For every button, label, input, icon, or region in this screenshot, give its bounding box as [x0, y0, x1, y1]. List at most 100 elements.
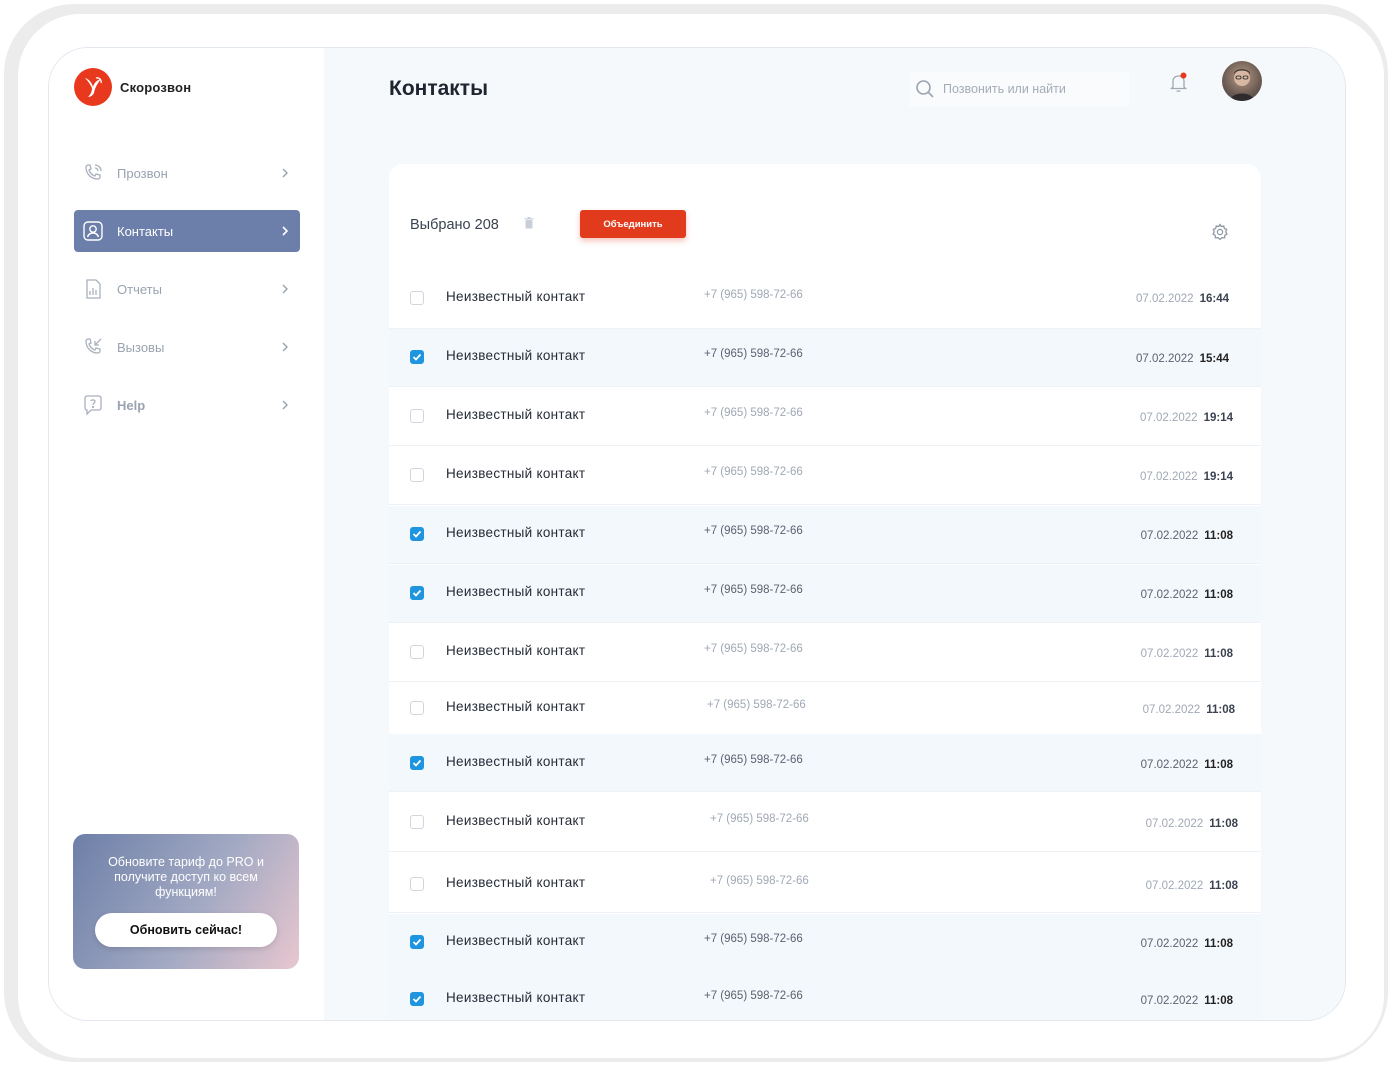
chevron-right-icon	[282, 168, 288, 178]
contact-time: 11:08	[1206, 704, 1235, 716]
contact-phone[interactable]: +7 (965) 598-72-66	[710, 813, 809, 825]
checkmark-icon	[412, 589, 422, 597]
contact-phone[interactable]: +7 (965) 598-72-66	[704, 643, 803, 655]
contact-name: Неизвестный контакт	[446, 584, 586, 599]
contact-phone[interactable]: +7 (965) 598-72-66	[704, 466, 803, 478]
sidebar-item-label: Прозвон	[117, 165, 168, 181]
contact-datetime: 07.02.2022 16:44	[1136, 293, 1229, 305]
contact-icon	[82, 220, 104, 242]
contact-date: 07.02.2022	[1140, 471, 1198, 483]
contact-phone[interactable]: +7 (965) 598-72-66	[704, 289, 803, 301]
row-checkbox[interactable]	[410, 586, 424, 600]
row-checkbox[interactable]	[410, 756, 424, 770]
table-row[interactable]: Неизвестный контакт +7 (965) 598-72-66 07.…	[389, 565, 1261, 623]
logo-icon	[74, 68, 112, 106]
row-checkbox[interactable]	[410, 409, 424, 423]
contact-datetime: 07.02.2022 11:08	[1141, 995, 1233, 1007]
sidebar-item-calls[interactable]: Вызовы	[74, 326, 300, 368]
table-row[interactable]: Неизвестный контакт +7 (965) 598-72-66 07.…	[389, 447, 1261, 505]
promo-text: Обновите тариф до PRO и получите доступ …	[108, 855, 264, 899]
contact-name: Неизвестный контакт	[446, 990, 586, 1005]
contact-time: 11:08	[1209, 818, 1238, 830]
contact-date: 07.02.2022	[1145, 818, 1204, 830]
contact-date: 07.02.2022	[1145, 880, 1204, 892]
chevron-right-icon	[282, 284, 288, 294]
table-row[interactable]: Неизвестный контакт +7 (965) 598-72-66 07.…	[389, 271, 1261, 329]
contact-phone[interactable]: +7 (965) 598-72-66	[704, 348, 803, 360]
merge-button[interactable]: Объединить	[580, 210, 686, 238]
contact-name: Неизвестный контакт	[446, 466, 586, 481]
sidebar-nav: Прозвон Контакты Отчеты Вызовы Help	[74, 152, 300, 442]
sidebar-item-contacts[interactable]: Контакты	[74, 210, 300, 252]
table-row[interactable]: Неизвестный контакт +7 (965) 598-72-66 07.…	[389, 855, 1261, 913]
sidebar-item-prozvon[interactable]: Прозвон	[74, 152, 300, 194]
contact-name: Неизвестный контакт	[446, 754, 586, 769]
row-checkbox[interactable]	[410, 527, 424, 541]
trash-icon[interactable]	[524, 217, 534, 229]
row-checkbox[interactable]	[410, 992, 424, 1006]
contact-time: 19:14	[1203, 412, 1233, 424]
contact-name: Неизвестный контакт	[446, 289, 586, 304]
contact-phone[interactable]: +7 (965) 598-72-66	[704, 754, 803, 766]
row-checkbox[interactable]	[410, 468, 424, 482]
contact-phone[interactable]: +7 (965) 598-72-66	[707, 699, 806, 711]
table-row[interactable]: Неизвестный контакт +7 (965) 598-72-66 07.…	[389, 734, 1261, 792]
table-row[interactable]: Неизвестный контакт +7 (965) 598-72-66 07.…	[389, 971, 1261, 1020]
contact-time: 11:08	[1204, 995, 1233, 1007]
table-row[interactable]: Неизвестный контакт +7 (965) 598-72-66 07.…	[389, 680, 1261, 738]
logo[interactable]: Скорозвон	[74, 68, 191, 106]
contact-phone[interactable]: +7 (965) 598-72-66	[704, 584, 803, 596]
phone-outgoing-icon	[82, 162, 104, 184]
search-icon	[916, 80, 934, 98]
contact-phone[interactable]: +7 (965) 598-72-66	[704, 525, 803, 537]
selected-count: Выбрано 208	[410, 217, 499, 233]
contact-phone[interactable]: +7 (965) 598-72-66	[704, 407, 803, 419]
row-checkbox[interactable]	[410, 935, 424, 949]
contact-date: 07.02.2022	[1140, 412, 1198, 424]
search-bar	[909, 72, 1129, 106]
sidebar-item-reports[interactable]: Отчеты	[74, 268, 300, 310]
contact-date: 07.02.2022	[1136, 293, 1194, 305]
row-checkbox[interactable]	[410, 645, 424, 659]
row-checkbox[interactable]	[410, 350, 424, 364]
row-checkbox[interactable]	[410, 815, 424, 829]
gear-icon[interactable]	[1211, 223, 1229, 241]
notification-bell-icon[interactable]	[1169, 72, 1189, 94]
main-content: Контакты Выбрано 208	[324, 48, 1345, 1020]
table-row[interactable]: Неизвестный контакт +7 (965) 598-72-66 07.…	[389, 329, 1261, 387]
contact-date: 07.02.2022	[1140, 938, 1199, 950]
table-row[interactable]: Неизвестный контакт +7 (965) 598-72-66 07.…	[389, 914, 1261, 972]
avatar[interactable]	[1222, 61, 1262, 101]
row-checkbox[interactable]	[410, 877, 424, 891]
contact-time: 11:08	[1204, 759, 1233, 771]
row-checkbox[interactable]	[410, 291, 424, 305]
checkmark-icon	[412, 938, 422, 946]
contact-time: 11:08	[1209, 880, 1238, 892]
contact-phone[interactable]: +7 (965) 598-72-66	[704, 933, 803, 945]
chevron-right-icon	[282, 226, 289, 236]
contact-datetime: 07.02.2022 11:08	[1141, 938, 1233, 950]
contact-time: 11:08	[1204, 589, 1233, 601]
sidebar-item-help[interactable]: Help	[74, 384, 300, 426]
page-title: Контакты	[389, 77, 489, 100]
contact-name: Неизвестный контакт	[446, 933, 586, 948]
checkmark-icon	[412, 759, 422, 767]
table-row[interactable]: Неизвестный контакт +7 (965) 598-72-66 07.…	[389, 388, 1261, 446]
table-row[interactable]: Неизвестный контакт +7 (965) 598-72-66 07.…	[389, 506, 1261, 564]
table-row[interactable]: Неизвестный контакт +7 (965) 598-72-66 07.…	[389, 794, 1261, 852]
sidebar-item-label: Help	[117, 397, 146, 413]
contact-name: Неизвестный контакт	[446, 348, 586, 363]
table-row[interactable]: Неизвестный контакт +7 (965) 598-72-66 07.…	[389, 624, 1261, 682]
row-checkbox[interactable]	[410, 701, 424, 715]
contact-phone[interactable]: +7 (965) 598-72-66	[704, 990, 803, 1002]
contact-phone[interactable]: +7 (965) 598-72-66	[710, 875, 809, 887]
report-icon	[82, 278, 104, 300]
upgrade-button[interactable]: Обновить сейчас!	[95, 913, 277, 947]
checkmark-icon	[412, 353, 422, 361]
chevron-right-icon	[282, 400, 288, 410]
contact-datetime: 07.02.2022 11:08	[1141, 530, 1233, 542]
chevron-right-icon	[282, 342, 288, 352]
sidebar-item-label: Вызовы	[117, 339, 165, 355]
search-input[interactable]	[943, 82, 1123, 96]
contact-name: Неизвестный контакт	[446, 813, 586, 828]
